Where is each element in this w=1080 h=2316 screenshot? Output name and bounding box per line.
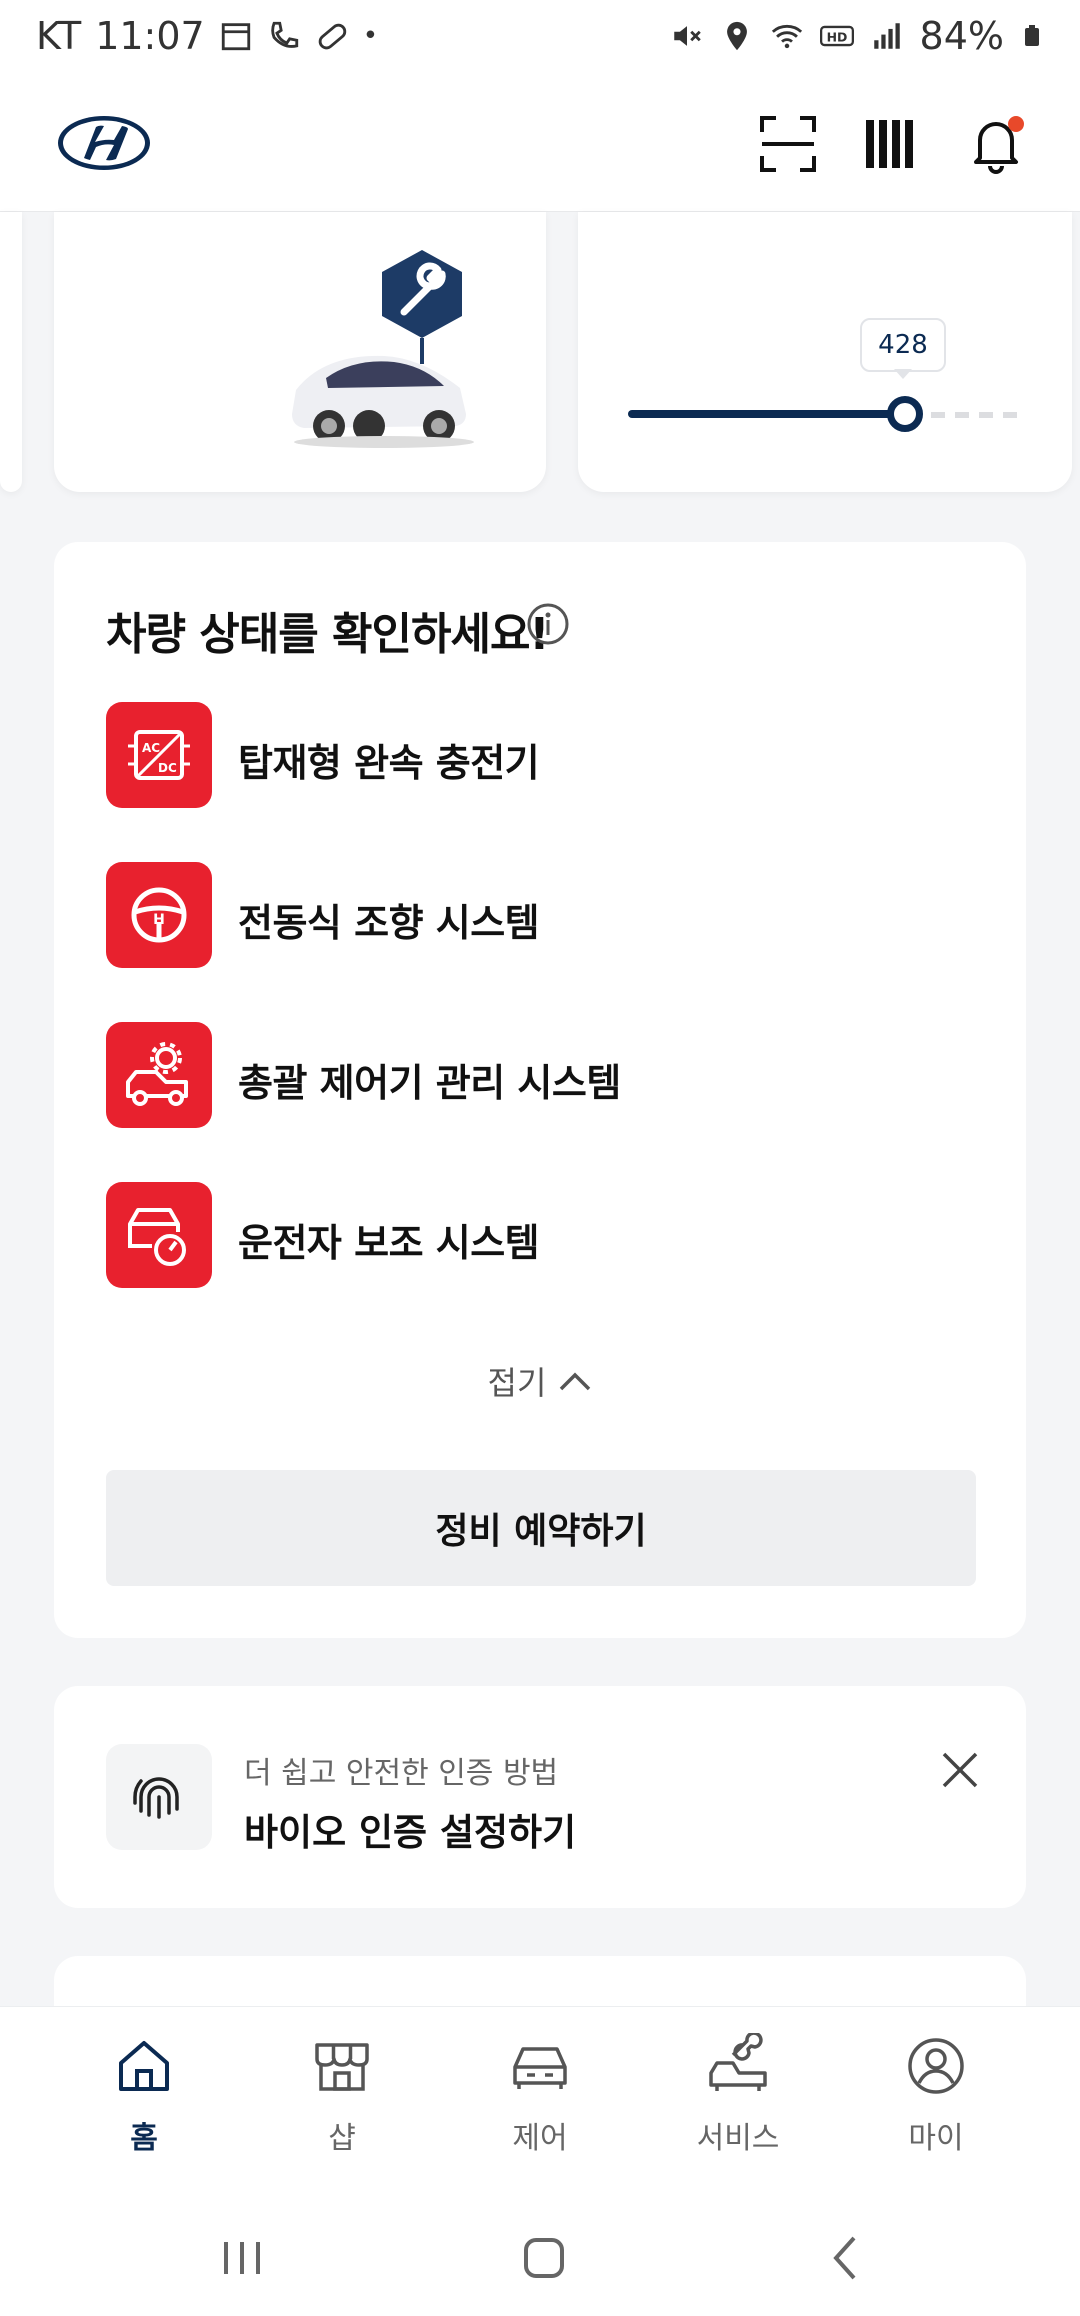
shop-icon [315,2043,369,2091]
bio-auth-card[interactable]: 더 쉽고 안전한 인증 방법 바이오 인증 설정하기 [54,1686,1026,1908]
scan-frame-icon [760,116,816,172]
signal-icon [873,23,900,49]
fingerprint-icon [106,1744,212,1850]
ac-dc-charger-icon: AC DC [106,702,212,808]
status-item-control-unit[interactable]: 총괄 제어기 관리 시스템 [106,1022,966,1128]
qr-scan-button[interactable] [750,106,826,182]
steering-wheel-icon: H [106,862,212,968]
tooltip-arrow [894,369,912,379]
battery-percent: 84% [919,14,1004,58]
nav-service[interactable]: 서비스 [658,2033,818,2173]
notifications-button[interactable] [958,106,1034,182]
status-item-steering[interactable]: H 전동식 조향 시스템 [106,862,966,968]
location-icon [726,21,747,51]
mute-icon [673,26,701,46]
nav-label: 마이 [908,2121,964,2156]
reserve-maintenance-button[interactable]: 정비 예약하기 [106,1470,976,1586]
car-maintenance-illustration [292,250,474,448]
range-knob [887,396,923,432]
battery-icon [1025,25,1039,46]
range-fill [628,410,905,418]
collapse-toggle[interactable]: 접기 [54,1358,1026,1404]
previous-card-edge [0,212,22,492]
vehicle-status-title: 차량 상태를 확인하세요! [106,609,550,660]
range-value-tooltip: 428 [860,318,946,372]
svg-text:HD: HD [826,30,847,45]
bell-icon [974,116,1024,174]
nav-label: 제어 [512,2121,568,2156]
chevron-up-icon [560,1372,591,1391]
nav-label: 샵 [328,2121,356,2156]
pill-icon [318,23,346,50]
barcode-icon [866,120,913,168]
more-notifications-dot: • [362,21,379,51]
range-remaining-dashes [931,412,1018,418]
nav-label: 서비스 [696,2121,780,2156]
wifi-icon [771,24,802,49]
bio-auth-subtitle: 더 쉽고 안전한 인증 방법 [244,1756,559,1791]
clock: 11:07 [95,14,205,58]
recent-apps-icon[interactable] [210,2226,274,2290]
status-item-label: 전동식 조향 시스템 [238,901,540,945]
hyundai-logo[interactable] [56,112,152,174]
car-gear-icon [106,1022,212,1128]
car-gauge-icon [106,1182,212,1288]
app-header [0,82,1080,212]
vehicle-status-card: 차량 상태를 확인하세요! AC DC 탑재형 완속 충전기 H 전동식 조향 시… [54,542,1026,1638]
status-item-charger[interactable]: AC DC 탑재형 완속 충전기 [106,702,966,808]
call-app-icon [270,21,298,48]
calendar-icon [221,23,250,51]
range-value: 428 [878,330,928,360]
barcode-button[interactable] [854,106,930,182]
profile-icon [908,2038,964,2094]
close-icon[interactable] [932,1742,988,1798]
notification-dot [1008,116,1024,132]
home-system-icon[interactable] [512,2226,576,2290]
status-item-driver-assist[interactable]: 운전자 보조 시스템 [106,1182,966,1288]
status-item-label: 탑재형 완속 충전기 [238,741,540,785]
system-navigation-bar [0,2196,1080,2316]
status-bar: KT 11:07 • HD 84% [0,0,1080,82]
service-car-wrench-icon [709,2033,767,2091]
bottom-navigation: 홈 샵 제어 서비스 마이 [0,2006,1080,2196]
nav-control[interactable]: 제어 [460,2033,620,2173]
car-icon [513,2047,567,2089]
nav-shop[interactable]: 샵 [262,2033,422,2173]
status-item-label: 총괄 제어기 관리 시스템 [238,1061,621,1105]
vehicle-maintenance-card[interactable] [54,212,546,492]
collapse-label: 접기 [487,1364,547,1402]
driving-range-card[interactable]: 428 [578,212,1072,492]
svg-text:DC: DC [158,761,177,775]
carrier-label: KT [36,14,82,58]
bio-auth-title: 바이오 인증 설정하기 [244,1811,577,1854]
hd-voice-icon: HD [819,25,854,47]
nav-my[interactable]: 마이 [856,2033,1016,2173]
range-track [628,396,1018,432]
home-icon [119,2041,169,2091]
nav-label: 홈 [130,2121,158,2156]
back-icon[interactable] [814,2226,878,2290]
info-icon[interactable] [526,602,570,646]
nav-home[interactable]: 홈 [64,2033,224,2173]
svg-text:AC: AC [142,741,160,755]
status-item-label: 운전자 보조 시스템 [238,1221,540,1265]
svg-text:H: H [153,912,165,928]
